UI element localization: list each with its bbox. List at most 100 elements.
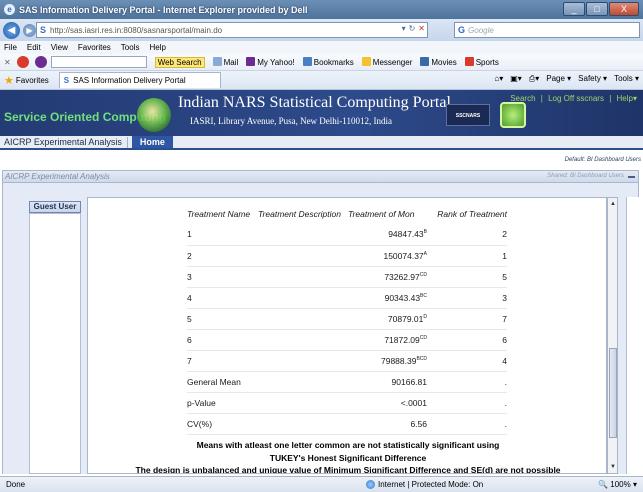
summary-value: 90166.81: [348, 371, 427, 393]
summary-row: p-Value <.0001 .: [187, 392, 507, 414]
sports-button[interactable]: Sports: [464, 57, 499, 67]
menu-bar: File Edit View Favorites Tools Help: [0, 41, 643, 54]
portal-tab-bar: AICRP Experimental Analysis Home: [0, 136, 643, 150]
yahoo-logo-icon[interactable]: [16, 56, 29, 68]
movies-button[interactable]: Movies: [420, 57, 457, 67]
url-field[interactable]: S http://sas.iasri.res.in:8080/sasnarspo…: [36, 22, 428, 38]
browser-tab-label: SAS Information Delivery Portal: [73, 76, 186, 85]
zoom-level[interactable]: 🔍 100% ▾: [598, 480, 637, 489]
my-yahoo-button[interactable]: My Yahoo!: [246, 57, 295, 67]
page-menu[interactable]: Page ▾: [546, 74, 571, 84]
web-search-button[interactable]: Web Search: [154, 56, 205, 68]
help-link[interactable]: Help▾: [617, 94, 637, 103]
treatment-name: 7: [187, 350, 258, 372]
treatment-rank: 5: [427, 266, 507, 288]
treatment-rank: 7: [427, 308, 507, 330]
treatment-rank: 1: [427, 245, 507, 267]
search-input[interactable]: G Google: [454, 22, 640, 38]
summary-rank: .: [427, 392, 507, 414]
search-link[interactable]: Search: [510, 94, 535, 103]
window-title: SAS Information Delivery Portal - Intern…: [19, 4, 308, 15]
menu-file[interactable]: File: [4, 43, 17, 52]
treatment-name: 3: [187, 266, 258, 288]
yahoo-y-icon[interactable]: [34, 56, 47, 68]
panel-shared-label: Shared: BI Dashboard Users: [547, 173, 624, 179]
scroll-up-icon[interactable]: ▲: [610, 201, 616, 207]
menu-view[interactable]: View: [51, 43, 68, 52]
log-off-link[interactable]: Log Off sscnars: [548, 94, 604, 103]
right-panel-strip: [626, 197, 639, 474]
messenger-button[interactable]: Messenger: [361, 57, 412, 67]
home-icon[interactable]: ⌂▾: [494, 74, 503, 84]
header-rank-of-treatment: Rank of Treatment: [437, 209, 507, 219]
menu-edit[interactable]: Edit: [27, 43, 41, 52]
summary-label: General Mean: [187, 371, 348, 393]
summary-rank: .: [427, 413, 507, 435]
treatment-rank: 2: [427, 224, 507, 246]
toolbar-close-icon[interactable]: ✕: [4, 58, 11, 67]
tab-home[interactable]: Home: [131, 136, 173, 148]
forward-button[interactable]: ▶: [23, 23, 36, 37]
treatment-name: 2: [187, 245, 258, 267]
dropdown-icon[interactable]: ▾: [402, 24, 406, 33]
dashboard-label: Default: BI Dashboard Users: [564, 157, 641, 163]
tab-aicrp-experimental-analysis[interactable]: AICRP Experimental Analysis: [0, 137, 128, 148]
results-scrollbar[interactable]: ▲ ▼: [607, 197, 618, 474]
search-placeholder: Google: [468, 25, 494, 35]
menu-help[interactable]: Help: [149, 43, 165, 52]
close-button[interactable]: X: [609, 2, 639, 16]
tools-menu[interactable]: Tools ▾: [614, 74, 639, 84]
sscnars-logo: SSCNARS: [446, 104, 490, 126]
significance-note: Means with atleast one letter common are…: [196, 440, 500, 450]
banner-links: Search | Log Off sscnars | Help▾: [510, 94, 637, 103]
print-icon[interactable]: ⎙▾: [529, 74, 539, 84]
summary-rank: .: [427, 371, 507, 393]
yahoo-toolbar: ✕ Web Search Mail My Yahoo! Bookmarks Me…: [0, 54, 643, 71]
back-button[interactable]: ◀: [3, 21, 20, 39]
treatment-name: 4: [187, 287, 258, 309]
minimize-panel-icon[interactable]: [628, 176, 635, 178]
menu-tools[interactable]: Tools: [121, 43, 140, 52]
mail-button[interactable]: Mail: [212, 57, 238, 67]
movies-icon: [420, 57, 430, 66]
tukey-note: TUKEY's Honest Significant Difference: [269, 453, 427, 463]
panel-title: AICRP Experimental Analysis: [5, 172, 110, 181]
portal-banner: Service Oriented Computing Indian NARS S…: [0, 90, 643, 136]
maximize-button[interactable]: □: [586, 2, 608, 16]
window-titlebar: e SAS Information Delivery Portal - Inte…: [0, 0, 643, 19]
scroll-down-icon[interactable]: ▼: [610, 464, 616, 470]
refresh-icon[interactable]: ↻: [409, 24, 416, 33]
security-zone[interactable]: Internet | Protected Mode: On: [366, 480, 483, 489]
favorites-star-icon[interactable]: ★: [4, 74, 14, 87]
menu-favorites[interactable]: Favorites: [78, 43, 111, 52]
my-yahoo-icon: [246, 57, 256, 66]
address-bar: ◀ ▶ S http://sas.iasri.res.in:8080/sasna…: [0, 19, 643, 41]
guest-user-button[interactable]: Guest User: [29, 201, 81, 213]
site-tab-icon: S: [63, 76, 70, 85]
toolbar-search-input[interactable]: [50, 56, 147, 68]
bookmarks-button[interactable]: Bookmarks: [302, 57, 354, 67]
treatment-name: 1: [187, 224, 258, 246]
table-row: 4 90343.43BC 3: [187, 287, 507, 309]
url-actions: ▾ ↻ ✕: [402, 24, 425, 33]
safety-menu[interactable]: Safety ▾: [578, 74, 607, 84]
summary-row: General Mean 90166.81 .: [187, 371, 507, 393]
treatment-mean: 73262.97CD: [348, 266, 427, 288]
scroll-thumb[interactable]: [609, 348, 617, 438]
header-treatment-name: Treatment Name: [187, 209, 251, 219]
favorites-label[interactable]: Favorites: [16, 76, 49, 85]
browser-tab[interactable]: S SAS Information Delivery Portal: [58, 72, 221, 88]
internet-globe-icon: [366, 480, 375, 489]
feeds-icon[interactable]: ▣▾: [510, 74, 522, 84]
url-text: http://sas.iasri.res.in:8080/sasnarsport…: [50, 25, 223, 35]
table-row: 7 79888.39BCD 4: [187, 350, 507, 372]
summary-label: CV(%): [187, 413, 348, 435]
bookmarks-icon: [302, 57, 312, 66]
stop-icon[interactable]: ✕: [418, 24, 425, 33]
treatment-mean: 70879.01D: [348, 308, 427, 330]
summary-row: CV(%) 6.56 .: [187, 413, 507, 435]
minimize-button[interactable]: _: [563, 2, 585, 16]
results-frame: Treatment Name Treatment Description Tre…: [87, 197, 607, 474]
table-row: 5 70879.01D 7: [187, 308, 507, 330]
table-row: 1 94847.43B 2: [187, 224, 507, 246]
